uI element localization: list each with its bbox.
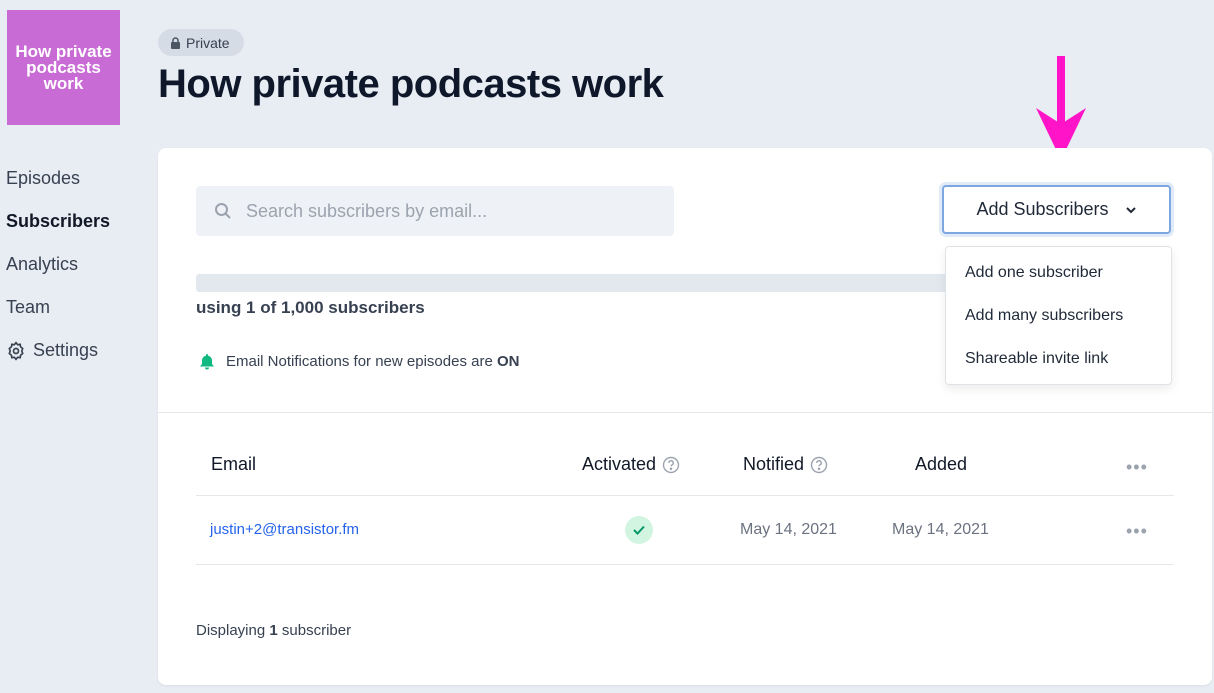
sidebar-item-analytics[interactable]: Analytics [6,252,110,295]
column-header-label: Email [211,454,257,474]
table-options-icon[interactable]: ••• [1126,458,1148,476]
subscribers-card: Add Subscribers Add one subscriber Add m… [158,148,1212,685]
row-divider [196,495,1174,496]
row-divider [196,564,1174,565]
column-header-label: Activated [582,454,657,474]
display-count: Displaying 1 subscriber [196,622,351,639]
search-input[interactable] [244,199,648,223]
display-count-suffix: subscriber [277,622,352,639]
added-date: May 14, 2021 [892,521,989,538]
subscriber-email-link[interactable]: justin+2@transistor.fm [210,521,359,538]
podcast-logo: How private podcasts work [7,10,120,125]
menu-item-add-one[interactable]: Add one subscriber [946,247,1171,290]
search-icon [215,203,231,219]
page-title: How private podcasts work [158,62,664,106]
chevron-down-icon [1125,206,1136,213]
column-header-label: Added [915,454,968,474]
notification-status-value: ON [496,353,520,370]
row-options-icon[interactable]: ••• [1126,522,1148,540]
sidebar-item-subscribers[interactable]: Subscribers [6,209,110,252]
column-header-notified[interactable]: Notified [743,454,828,475]
notification-status: Email Notifications for new episodes are… [200,353,519,370]
badge-label: Private [186,34,230,51]
sidebar-nav: Episodes Subscribers Analytics Team Sett… [6,166,110,381]
add-subscribers-button[interactable]: Add Subscribers [942,185,1171,234]
sidebar-item-episodes[interactable]: Episodes [6,166,110,209]
help-icon[interactable] [662,456,680,474]
help-icon[interactable] [810,456,828,474]
activated-check-icon [625,516,653,544]
arrow-down-annotation [1036,56,1086,160]
column-header-email[interactable]: Email [211,454,256,475]
menu-item-invite-link[interactable]: Shareable invite link [946,333,1171,376]
sidebar-item-label: Settings [33,340,99,360]
display-count-prefix: Displaying [196,622,270,639]
add-subscribers-menu: Add one subscriber Add many subscribers … [945,246,1172,385]
notified-date: May 14, 2021 [740,521,837,538]
display-count-value: 1 [269,622,278,639]
column-header-label: Notified [743,454,805,474]
menu-item-add-many[interactable]: Add many subscribers [946,290,1171,333]
bell-icon [200,353,214,369]
sidebar-item-settings[interactable]: Settings [6,338,110,381]
notification-text: Email Notifications for new episodes are [226,353,497,370]
column-header-added[interactable]: Added [915,454,967,475]
column-header-activated[interactable]: Activated [582,454,680,475]
add-subscribers-label: Add Subscribers [976,199,1109,219]
search-box[interactable] [196,186,674,236]
lock-icon [171,36,180,49]
usage-text: using 1 of 1,000 subscribers [196,298,425,317]
usage-progress-bar [196,274,956,292]
section-divider [158,412,1212,413]
sidebar-item-team[interactable]: Team [6,295,110,338]
private-badge: Private [158,29,244,56]
gear-icon [8,341,24,361]
